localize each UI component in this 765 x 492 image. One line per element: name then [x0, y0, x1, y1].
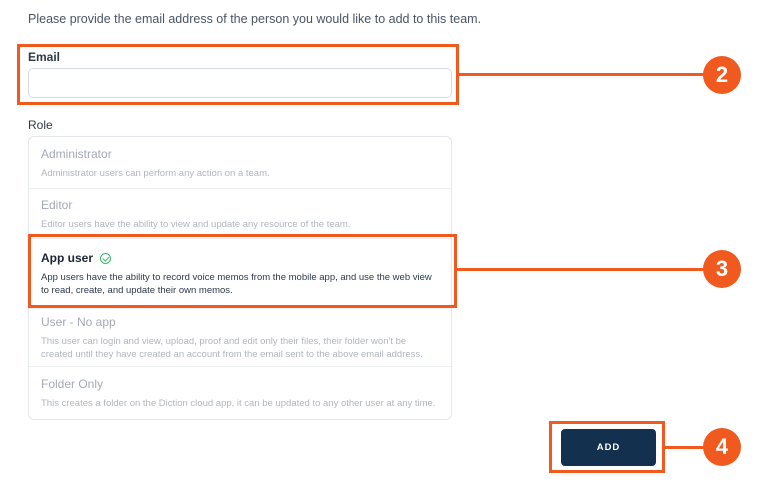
role-option-title: User - No app — [41, 315, 116, 329]
connector-add — [665, 446, 705, 449]
intro-text: Please provide the email address of the … — [28, 12, 482, 26]
connector-email — [459, 73, 704, 76]
highlight-email — [17, 44, 459, 105]
role-option-user-no-app[interactable]: User - No app This user can login and vi… — [29, 309, 451, 367]
role-label: Role — [28, 118, 53, 132]
role-option-title: Editor — [41, 198, 73, 212]
highlight-add — [549, 421, 665, 473]
step-badge-2: 2 — [703, 56, 741, 94]
role-option-description: Administrator users can perform any acti… — [41, 168, 270, 179]
role-option-title: Administrator — [41, 147, 112, 161]
role-option-description: This user can login and view, upload, pr… — [41, 336, 423, 360]
role-option-description: Editor users have the ability to view an… — [41, 219, 351, 230]
role-option-title: Folder Only — [41, 377, 104, 391]
highlight-role — [28, 234, 457, 308]
step-badge-3: 3 — [703, 250, 741, 288]
role-option-editor[interactable]: Editor Editor users have the ability to … — [29, 189, 451, 239]
role-option-administrator[interactable]: Administrator Administrator users can pe… — [29, 137, 451, 189]
role-option-folder-only[interactable]: Folder Only This creates a folder on the… — [29, 367, 451, 419]
role-option-description: This creates a folder on the Diction clo… — [41, 398, 436, 409]
step-badge-4: 4 — [703, 428, 741, 466]
connector-role — [457, 268, 704, 271]
